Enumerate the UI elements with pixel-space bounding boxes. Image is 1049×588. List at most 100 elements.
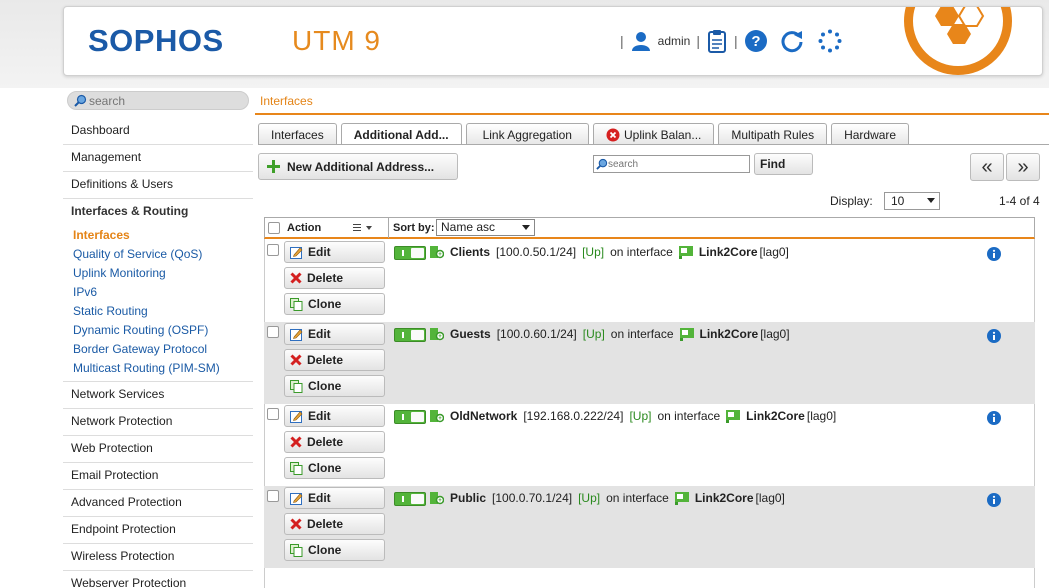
tab-uplink-balancing-label: Uplink Balan... bbox=[623, 127, 702, 142]
column-menu-icon[interactable] bbox=[353, 223, 375, 236]
tab-multipath-rules[interactable]: Multipath Rules bbox=[718, 123, 828, 145]
info-icon[interactable] bbox=[987, 493, 1001, 510]
edit-button[interactable]: Edit bbox=[284, 405, 385, 427]
sort-select[interactable]: Name asc bbox=[436, 219, 535, 236]
sidebar-search[interactable] bbox=[67, 91, 249, 110]
tab-uplink-balancing[interactable]: Uplink Balan... bbox=[592, 123, 715, 145]
tab-link-aggregation[interactable]: Link Aggregation bbox=[465, 123, 589, 145]
list-search[interactable] bbox=[593, 155, 750, 173]
sidebar-subitem-interfaces[interactable]: Interfaces bbox=[63, 226, 253, 245]
clone-button[interactable]: Clone bbox=[284, 457, 385, 479]
delete-button[interactable]: Delete bbox=[284, 431, 385, 453]
interface-tag: [lag0] bbox=[755, 491, 785, 505]
sidebar-subitem-uplink-monitoring[interactable]: Uplink Monitoring bbox=[63, 264, 253, 283]
sidebar-item-interfaces-routing[interactable]: Interfaces & Routing bbox=[63, 199, 253, 226]
user-icon[interactable] bbox=[630, 30, 652, 52]
row-details: + OldNetwork [192.168.0.222/24] [Up] on … bbox=[430, 409, 836, 423]
tab-interfaces[interactable]: Interfaces bbox=[258, 123, 337, 145]
next-page-button[interactable]: » bbox=[1006, 153, 1040, 181]
sidebar-item-email-protection[interactable]: Email Protection bbox=[63, 463, 253, 490]
sidebar-subitem-static-routing[interactable]: Static Routing bbox=[63, 302, 253, 321]
svg-text:?: ? bbox=[751, 33, 760, 50]
interface-name[interactable]: Link2Core bbox=[700, 327, 759, 341]
row-details: + Clients [100.0.50.1/24] [Up] on interf… bbox=[430, 245, 789, 259]
toggle-knob bbox=[411, 494, 424, 504]
sidebar-item-advanced-protection[interactable]: Advanced Protection bbox=[63, 490, 253, 517]
admin-user-label[interactable]: admin bbox=[658, 34, 691, 48]
row-checkbox[interactable] bbox=[267, 326, 279, 338]
sidebar-item-wireless-protection[interactable]: Wireless Protection bbox=[63, 544, 253, 571]
tab-additional-addresses[interactable]: Additional Add... bbox=[340, 123, 462, 145]
spinner-icon[interactable] bbox=[818, 29, 842, 53]
on-interface-label: on interface bbox=[610, 245, 673, 259]
new-additional-address-button[interactable]: New Additional Address... bbox=[258, 153, 458, 180]
enable-toggle[interactable] bbox=[394, 410, 426, 424]
address-value: [100.0.60.1/24] bbox=[496, 327, 577, 341]
sidebar-subitem-bgp[interactable]: Border Gateway Protocol bbox=[63, 340, 253, 359]
table-row: Edit Delete Clone + Clients [100.0.50.1/… bbox=[264, 240, 1035, 322]
info-icon[interactable] bbox=[987, 411, 1001, 428]
table-row: Edit Delete Clone + Guests [100.0.60.1/2… bbox=[264, 322, 1035, 404]
address-name[interactable]: OldNetwork bbox=[450, 409, 517, 423]
edit-button[interactable]: Edit bbox=[284, 323, 385, 345]
edit-button[interactable]: Edit bbox=[284, 487, 385, 509]
find-button[interactable]: Find bbox=[754, 153, 813, 175]
tab-hardware[interactable]: Hardware bbox=[831, 123, 910, 145]
clone-icon bbox=[290, 379, 303, 393]
error-icon bbox=[606, 128, 620, 142]
row-checkbox[interactable] bbox=[267, 490, 279, 502]
interface-name[interactable]: Link2Core bbox=[746, 409, 805, 423]
interface-name[interactable]: Link2Core bbox=[695, 491, 754, 505]
display-select[interactable]: 10 bbox=[884, 192, 940, 210]
sidebar-item-dashboard[interactable]: Dashboard bbox=[63, 118, 253, 145]
interface-tag: [lag0] bbox=[759, 245, 789, 259]
list-search-input[interactable] bbox=[608, 158, 738, 170]
delete-button[interactable]: Delete bbox=[284, 267, 385, 289]
interface-tag: [lag0] bbox=[760, 327, 790, 341]
refresh-icon[interactable] bbox=[780, 29, 804, 53]
toggle-bar bbox=[402, 332, 404, 338]
sort-by-label: Sort by: bbox=[393, 222, 435, 234]
delete-button[interactable]: Delete bbox=[284, 349, 385, 371]
edit-button[interactable]: Edit bbox=[284, 241, 385, 263]
tab-bar: Interfaces Additional Add... Link Aggreg… bbox=[258, 123, 913, 145]
sidebar-item-network-services[interactable]: Network Services bbox=[63, 382, 253, 409]
select-all-checkbox[interactable] bbox=[268, 222, 280, 234]
clipboard-icon[interactable] bbox=[706, 29, 728, 53]
clone-button[interactable]: Clone bbox=[284, 293, 385, 315]
sidebar-subitem-qos[interactable]: Quality of Service (QoS) bbox=[63, 245, 253, 264]
info-icon[interactable] bbox=[987, 329, 1001, 346]
on-interface-label: on interface bbox=[610, 327, 674, 341]
enable-toggle[interactable] bbox=[394, 492, 426, 506]
address-name[interactable]: Clients bbox=[450, 245, 490, 259]
sidebar-subitem-ospf[interactable]: Dynamic Routing (OSPF) bbox=[63, 321, 253, 340]
sidebar-search-input[interactable] bbox=[89, 93, 229, 108]
help-icon[interactable]: ? bbox=[744, 29, 768, 53]
separator: | bbox=[696, 33, 700, 49]
enable-toggle[interactable] bbox=[394, 246, 426, 260]
prev-page-button[interactable]: « bbox=[970, 153, 1004, 181]
search-icon bbox=[74, 94, 87, 107]
info-icon[interactable] bbox=[987, 247, 1001, 264]
sidebar-item-management[interactable]: Management bbox=[63, 145, 253, 172]
network-icon: + bbox=[430, 409, 444, 423]
sidebar-subitem-multicast[interactable]: Multicast Routing (PIM-SM) bbox=[63, 359, 253, 378]
sidebar-item-web-protection[interactable]: Web Protection bbox=[63, 436, 253, 463]
display-label: Display: bbox=[830, 194, 873, 208]
delete-button[interactable]: Delete bbox=[284, 513, 385, 535]
sidebar-item-webserver-protection[interactable]: Webserver Protection bbox=[63, 571, 253, 588]
enable-toggle[interactable] bbox=[394, 328, 426, 342]
address-name[interactable]: Guests bbox=[450, 327, 491, 341]
sidebar-item-definitions-users[interactable]: Definitions & Users bbox=[63, 172, 253, 199]
sidebar-subitem-ipv6[interactable]: IPv6 bbox=[63, 283, 253, 302]
product-name: UTM 9 bbox=[292, 25, 381, 56]
address-name[interactable]: Public bbox=[450, 491, 486, 505]
row-checkbox[interactable] bbox=[267, 244, 279, 256]
clone-button[interactable]: Clone bbox=[284, 375, 385, 397]
row-checkbox[interactable] bbox=[267, 408, 279, 420]
clone-button[interactable]: Clone bbox=[284, 539, 385, 561]
interface-name[interactable]: Link2Core bbox=[699, 245, 758, 259]
clone-label: Clone bbox=[308, 543, 342, 557]
sidebar-item-endpoint-protection[interactable]: Endpoint Protection bbox=[63, 517, 253, 544]
sidebar-item-network-protection[interactable]: Network Protection bbox=[63, 409, 253, 436]
